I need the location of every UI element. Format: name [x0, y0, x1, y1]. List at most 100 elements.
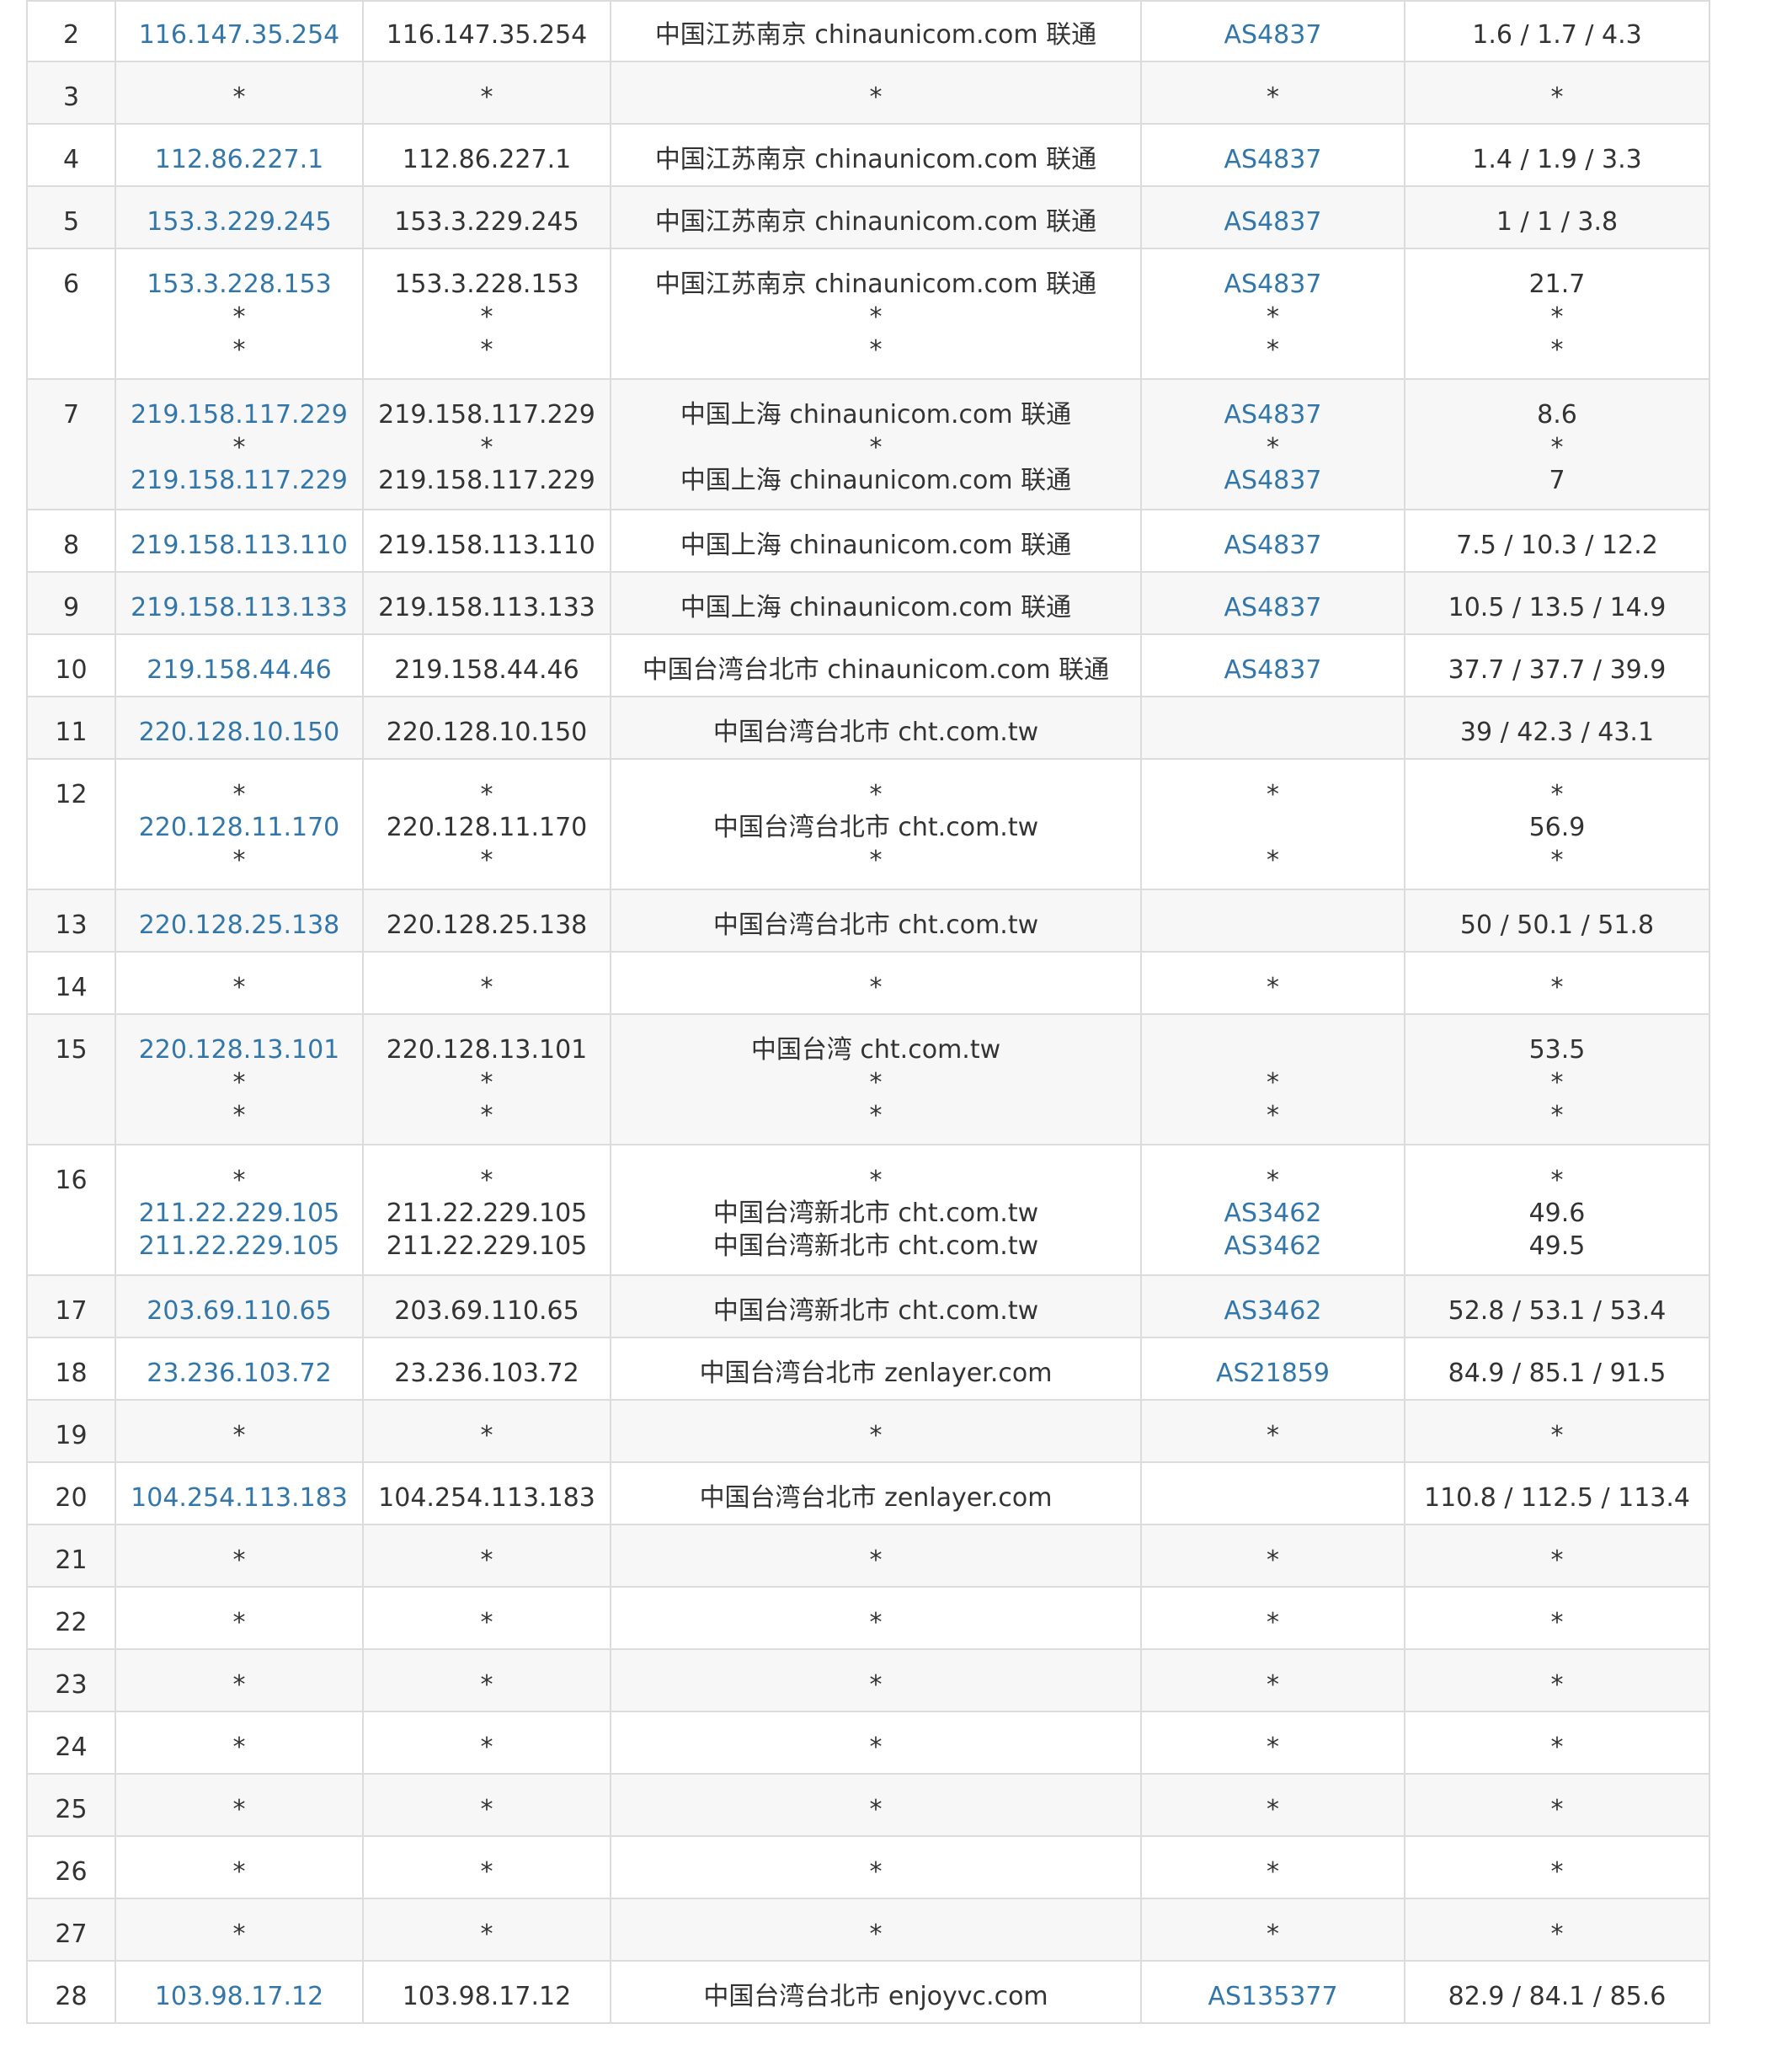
hop-number: 24 — [55, 1733, 88, 1762]
hostname-text: * — [480, 973, 493, 1002]
ip-address-text: * — [232, 1670, 246, 1700]
hop-number: 19 — [55, 1421, 88, 1450]
ip-address-cell: 103.98.17.12 — [115, 1960, 364, 2024]
latency-cell: * — [1404, 1399, 1710, 1463]
hop-number-cell: 7 — [26, 378, 116, 510]
ip-address-link[interactable]: 112.86.227.1 — [116, 143, 362, 176]
ip-address-link[interactable]: 220.128.25.138 — [116, 909, 362, 942]
asn-text: * — [1267, 1608, 1279, 1637]
table-row: 17 203.69.110.65 203.69.110.65 中国台湾新北市 cht.… — [26, 1274, 1710, 1338]
asn-cell — [1140, 696, 1405, 760]
table-row: 5 153.3.229.245 153.3.229.245 中国江苏南京 chinau… — [26, 185, 1710, 249]
latency-text: 53.5 — [1528, 1035, 1586, 1065]
latency-text: 82.9 / 84.1 / 85.6 — [1448, 1982, 1667, 2011]
hop-number-cell: 4 — [26, 123, 116, 187]
ip-address-text: * — [232, 1166, 246, 1195]
ip-address-link[interactable]: 219.158.117.229 — [116, 398, 362, 431]
ip-address-cell: * — [115, 1524, 364, 1588]
latency-cell: 8.6 * 7 — [1404, 378, 1710, 510]
latency-text: 1.6 / 1.7 / 4.3 — [1472, 20, 1642, 50]
ip-address-link[interactable]: 211.22.229.105 — [116, 1230, 362, 1263]
ip-address-link[interactable]: 103.98.17.12 — [116, 1980, 362, 2013]
hop-number-cell: 24 — [26, 1711, 116, 1775]
hostname-text: * — [480, 83, 493, 112]
hostname-cell: * — [362, 1586, 611, 1650]
hop-number: 21 — [55, 1546, 88, 1575]
asn-link[interactable]: AS4837 — [1142, 529, 1404, 562]
asn-cell: * — [1140, 1773, 1405, 1837]
ip-address-link[interactable]: 104.254.113.183 — [116, 1482, 362, 1514]
hostname-text: * — [480, 846, 493, 875]
hop-number: 2 — [62, 20, 80, 50]
hop-number: 23 — [55, 1670, 88, 1700]
ip-address-link[interactable]: 153.3.229.245 — [116, 206, 362, 238]
hop-number: 22 — [55, 1608, 88, 1637]
latency-cell: 50 / 50.1 / 51.8 — [1404, 889, 1710, 953]
latency-text: 84.9 / 85.1 / 91.5 — [1448, 1359, 1667, 1388]
hostname-cell: * — [362, 1898, 611, 1962]
asn-text: * — [1267, 1546, 1279, 1575]
asn-link[interactable]: AS3462 — [1142, 1295, 1404, 1327]
asn-link[interactable]: AS4837 — [1142, 464, 1404, 497]
asn-link[interactable]: AS3462 — [1142, 1197, 1404, 1230]
ip-address-text: * — [232, 1795, 246, 1824]
ip-address-text: * — [232, 1920, 246, 1949]
latency-text: * — [1550, 83, 1564, 112]
table-row: 26 * * * * * — [26, 1835, 1710, 1899]
hop-number-cell: 22 — [26, 1586, 116, 1650]
ip-address-link[interactable]: 219.158.44.46 — [116, 654, 362, 686]
ip-address-link[interactable]: 220.128.10.150 — [116, 716, 362, 749]
asn-link[interactable]: AS4837 — [1142, 591, 1404, 624]
ip-address-link[interactable]: 219.158.113.110 — [116, 529, 362, 562]
ip-address-text: * — [232, 1101, 246, 1130]
geo-location-text: 中国江苏南京 chinaunicom.com 联通 — [654, 20, 1097, 50]
asn-link[interactable]: AS4837 — [1142, 268, 1404, 301]
hostname-cell: * — [362, 1399, 611, 1463]
geo-location-cell: 中国台湾台北市 chinaunicom.com 联通 — [610, 633, 1142, 697]
ip-address-cell: * — [115, 1711, 364, 1775]
asn-cell: AS4837 * * — [1140, 248, 1405, 380]
ip-address-text: * — [232, 433, 246, 462]
hop-number: 12 — [55, 780, 88, 809]
asn-cell: * — [1140, 1835, 1405, 1899]
latency-text: 37.7 / 37.7 / 39.9 — [1448, 655, 1667, 685]
asn-link[interactable]: AS3462 — [1142, 1230, 1404, 1263]
table-row: 24 * * * * * — [26, 1711, 1710, 1775]
asn-cell: AS4837 — [1140, 185, 1405, 249]
asn-link[interactable]: AS4837 — [1142, 19, 1404, 51]
geo-location-text: 中国台湾新北市 cht.com.tw — [712, 1296, 1039, 1326]
ip-address-link[interactable]: 23.236.103.72 — [116, 1357, 362, 1390]
ip-address-cell: 116.147.35.254 — [115, 0, 364, 62]
latency-cell: 82.9 / 84.1 / 85.6 — [1404, 1960, 1710, 2024]
asn-link[interactable]: AS4837 — [1142, 206, 1404, 238]
table-row: 27 * * * * * — [26, 1898, 1710, 1962]
geo-location-cell: * — [610, 1648, 1142, 1712]
hop-number-cell: 5 — [26, 185, 116, 249]
asn-link[interactable]: AS4837 — [1142, 398, 1404, 431]
ip-address-link[interactable]: 220.128.13.101 — [116, 1033, 362, 1066]
asn-text: * — [1267, 1795, 1279, 1824]
asn-link[interactable]: AS4837 — [1142, 654, 1404, 686]
hostname-cell: * — [362, 1773, 611, 1837]
ip-address-link[interactable]: 116.147.35.254 — [116, 19, 362, 51]
ip-address-link[interactable]: 153.3.228.153 — [116, 268, 362, 301]
asn-cell: * — [1140, 1586, 1405, 1650]
ip-address-link[interactable]: 219.158.117.229 — [116, 464, 362, 497]
asn-link[interactable]: AS4837 — [1142, 143, 1404, 176]
latency-cell: * — [1404, 1835, 1710, 1899]
ip-address-link[interactable]: 203.69.110.65 — [116, 1295, 362, 1327]
ip-address-link[interactable]: 219.158.113.133 — [116, 591, 362, 624]
latency-cell: 84.9 / 85.1 / 91.5 — [1404, 1337, 1710, 1401]
asn-link[interactable]: AS135377 — [1142, 1980, 1404, 2013]
hop-number-cell: 18 — [26, 1337, 116, 1401]
hostname-text: 23.236.103.72 — [394, 1359, 579, 1388]
geo-location-text: * — [869, 1920, 883, 1949]
table-row: 3 * * * * * — [26, 61, 1710, 125]
ip-address-link[interactable]: 211.22.229.105 — [116, 1197, 362, 1230]
ip-address-link[interactable]: 220.128.11.170 — [116, 811, 362, 844]
asn-cell: * — [1140, 1711, 1405, 1775]
geo-location-text: * — [869, 1733, 883, 1762]
asn-link[interactable]: AS21859 — [1142, 1357, 1404, 1390]
ip-address-text: * — [232, 1068, 246, 1097]
table-row: 21 * * * * * — [26, 1524, 1710, 1588]
